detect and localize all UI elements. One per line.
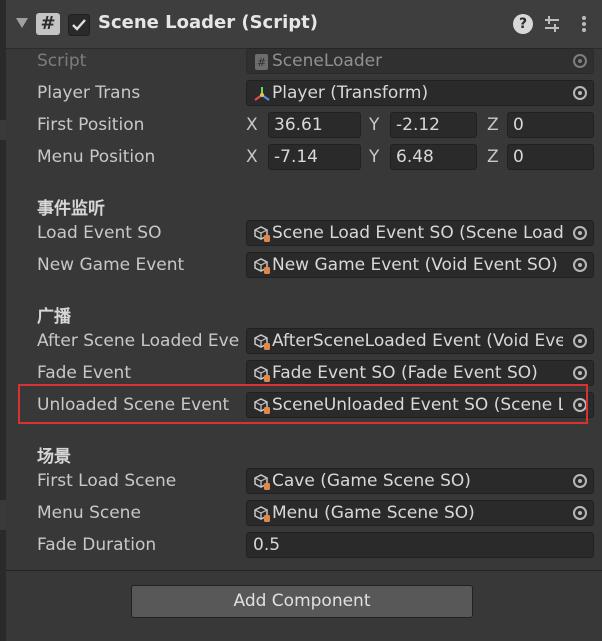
field-value: Fade Event SO (Fade Event SO) xyxy=(272,363,538,383)
first-position-x-input[interactable]: 36.61 xyxy=(268,112,361,138)
field-value: Cave (Game Scene SO) xyxy=(272,471,471,491)
field-value: Menu (Game Scene SO) xyxy=(272,503,475,523)
svg-text:#: # xyxy=(257,56,266,69)
first-load-scene-object-field[interactable]: Cave (Game Scene SO) xyxy=(246,468,594,494)
new-game-event-row: New Game Event New Game Event (Void Even… xyxy=(6,250,602,280)
object-picker-icon[interactable] xyxy=(567,253,593,277)
script-component-icon: # xyxy=(36,13,60,35)
player-trans-row: Player Trans Player (Transform) xyxy=(6,78,602,108)
field-value: SceneLoader xyxy=(272,51,383,71)
field-label: Script xyxy=(37,51,87,71)
scriptable-object-icon xyxy=(254,258,270,274)
field-label: New Game Event xyxy=(37,255,185,275)
field-label: Fade Duration xyxy=(37,535,157,555)
field-label: Menu Scene xyxy=(37,503,141,523)
fade-duration-row: Fade Duration 0.5 xyxy=(6,530,602,560)
divider xyxy=(6,570,602,571)
y-axis-label[interactable]: Y xyxy=(369,147,379,167)
section-header-broadcast: 广播 xyxy=(37,307,71,327)
highlight-box xyxy=(18,384,588,424)
menu-position-y-input[interactable]: 6.48 xyxy=(390,144,477,170)
x-axis-label[interactable]: X xyxy=(246,147,258,167)
field-label: First Load Scene xyxy=(37,471,177,491)
scriptable-object-icon xyxy=(254,334,270,350)
kebab-menu-icon[interactable] xyxy=(574,14,594,34)
scriptable-object-icon xyxy=(254,226,270,242)
object-picker-icon[interactable] xyxy=(567,469,593,493)
after-scene-loaded-object-field[interactable]: AfterSceneLoaded Event (Void Eve xyxy=(246,328,594,354)
object-picker-icon[interactable] xyxy=(567,81,593,105)
presets-icon[interactable] xyxy=(542,14,562,34)
load-event-row: Load Event SO Scene Load Event SO (Scene… xyxy=(6,218,602,248)
menu-scene-object-field[interactable]: Menu (Game Scene SO) xyxy=(246,500,594,526)
component-enabled-checkbox[interactable] xyxy=(68,14,90,36)
scriptable-object-icon xyxy=(254,506,270,522)
object-picker-icon xyxy=(567,49,593,73)
field-label: Player Trans xyxy=(37,83,141,103)
field-label: Load Event SO xyxy=(37,223,162,243)
field-value: Player (Transform) xyxy=(272,83,429,103)
menu-position-x-input[interactable]: -7.14 xyxy=(268,144,361,170)
z-axis-label[interactable]: Z xyxy=(487,147,499,167)
first-position-y-input[interactable]: -2.12 xyxy=(390,112,477,138)
field-value: Scene Load Event SO (Scene Load xyxy=(272,223,563,243)
field-label: Menu Position xyxy=(37,147,156,167)
field-label: Fade Event xyxy=(37,363,131,383)
field-value: AfterSceneLoaded Event (Void Eve xyxy=(272,331,563,351)
add-component-button[interactable]: Add Component xyxy=(131,585,473,618)
y-axis-label[interactable]: Y xyxy=(369,115,379,135)
player-trans-object-field[interactable]: Player (Transform) xyxy=(246,80,594,106)
first-position-row: First Position X 36.61 Y -2.12 Z 0 xyxy=(6,110,602,140)
inspector-panel: # Scene Loader (Script) ? Script # Scene… xyxy=(6,0,602,641)
load-event-object-field[interactable]: Scene Load Event SO (Scene Load xyxy=(246,220,594,246)
fade-event-object-field[interactable]: Fade Event SO (Fade Event SO) xyxy=(246,360,594,386)
checkmark-icon xyxy=(72,19,86,31)
after-scene-loaded-row: After Scene Loaded Eve AfterSceneLoaded … xyxy=(6,326,602,356)
script-object-field: # SceneLoader xyxy=(246,48,594,74)
section-header-listen: 事件监听 xyxy=(37,199,105,219)
section-header-scene: 场景 xyxy=(37,447,71,467)
object-picker-icon[interactable] xyxy=(567,361,593,385)
foldout-arrow-icon[interactable] xyxy=(16,18,28,28)
scriptable-object-icon xyxy=(254,474,270,490)
field-label: First Position xyxy=(37,115,145,135)
field-label: After Scene Loaded Eve xyxy=(37,331,240,351)
component-title: Scene Loader (Script) xyxy=(98,12,318,33)
object-picker-icon[interactable] xyxy=(567,501,593,525)
transform-icon xyxy=(254,87,270,101)
menu-position-row: Menu Position X -7.14 Y 6.48 Z 0 xyxy=(6,142,602,172)
menu-position-z-input[interactable]: 0 xyxy=(507,144,594,170)
object-picker-icon[interactable] xyxy=(567,329,593,353)
scriptable-object-icon xyxy=(254,366,270,382)
script-icon: # xyxy=(255,54,268,70)
first-position-z-input[interactable]: 0 xyxy=(507,112,594,138)
new-game-event-object-field[interactable]: New Game Event (Void Event SO) xyxy=(246,252,594,278)
x-axis-label[interactable]: X xyxy=(246,115,258,135)
object-picker-icon[interactable] xyxy=(567,221,593,245)
menu-scene-row: Menu Scene Menu (Game Scene SO) xyxy=(6,498,602,528)
script-row: Script # SceneLoader xyxy=(6,46,602,76)
first-load-scene-row: First Load Scene Cave (Game Scene SO) xyxy=(6,466,602,496)
help-icon[interactable]: ? xyxy=(513,14,533,34)
component-header[interactable]: # Scene Loader (Script) ? xyxy=(6,0,602,49)
field-value: New Game Event (Void Event SO) xyxy=(272,255,558,275)
z-axis-label[interactable]: Z xyxy=(487,115,499,135)
fade-duration-input[interactable]: 0.5 xyxy=(246,532,594,558)
